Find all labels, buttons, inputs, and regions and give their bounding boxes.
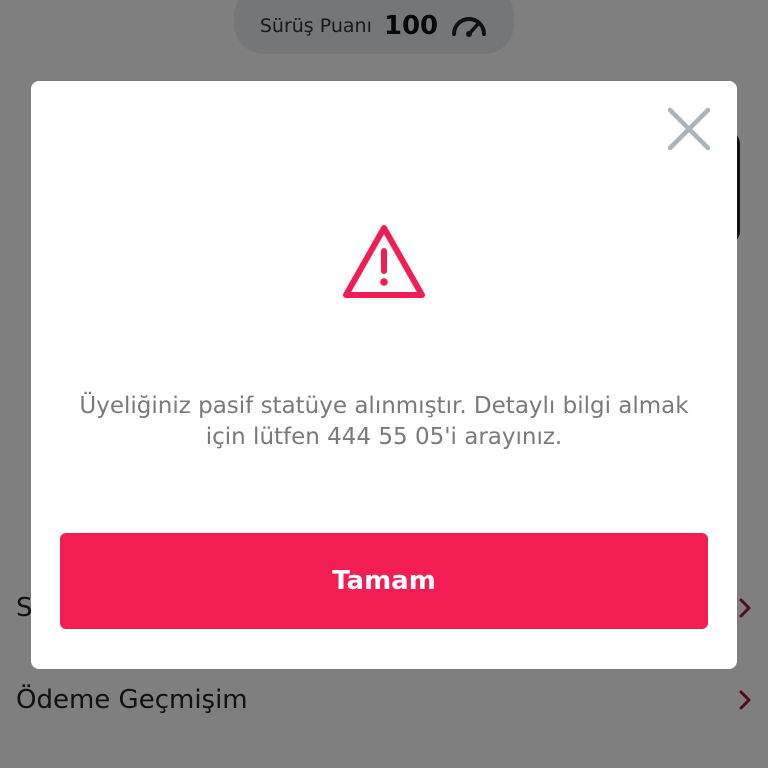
warning-icon — [341, 223, 427, 301]
alert-dialog: Üyeliğiniz pasif statüye alınmıştır. Det… — [31, 81, 737, 669]
app-screen: Sürüş Puanı 100 S Ödeme Geçmişim — [0, 0, 768, 768]
dialog-message: Üyeliğiniz pasif statüye alınmıştır. Det… — [79, 393, 689, 450]
close-button[interactable] — [663, 103, 715, 155]
ok-button[interactable]: Tamam — [60, 533, 708, 629]
close-icon — [667, 107, 711, 151]
